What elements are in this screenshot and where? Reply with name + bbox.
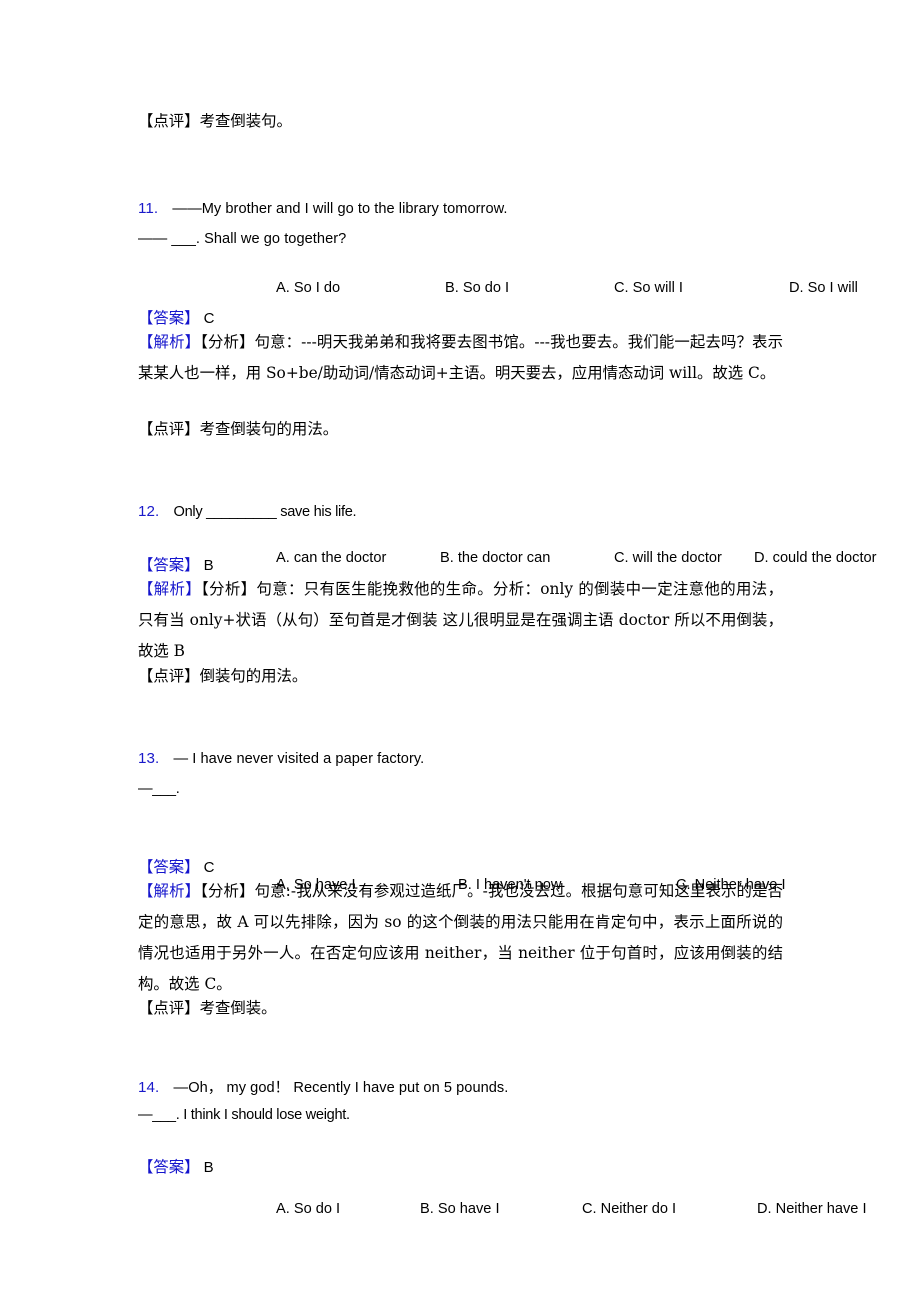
comment-tag: 【点评】: [138, 999, 200, 1017]
answer-tag: 【答案】: [138, 858, 200, 876]
question-12-option-b[interactable]: B. the doctor can: [440, 550, 550, 566]
question-13-answer-value: C: [203, 859, 215, 876]
question-11-stem: 11. ——My brother and I will go to the li…: [138, 196, 508, 252]
question-13-comment-text: 考查倒装。: [199, 999, 277, 1017]
question-14-number: 14.: [138, 1079, 160, 1096]
question-12-stem-text-1: Only _________ save his life.: [173, 504, 357, 520]
question-14-answer-row: 【答案】 B: [138, 1152, 214, 1183]
question-13-stem-line-2: —___.: [138, 776, 424, 802]
document-page: 【点评】考查倒装句。 11. ——My brother and I will g…: [0, 0, 920, 1302]
analysis-tag: 【解析】: [138, 882, 201, 900]
question-11-comment-text: 考查倒装句的用法。: [199, 420, 339, 438]
question-11-answer-value: C: [203, 310, 215, 327]
answer-tag: 【答案】: [138, 309, 200, 327]
question-11-analysis: 【解析】【分析】句意：---明天我弟弟和我将要去图书馆。---我也要去。我们能一…: [138, 327, 783, 389]
question-13-analysis: 【解析】【分析】句意:-我从来没有参观过造纸厂。-我也没去过。根据句意可知这里表…: [138, 876, 783, 1000]
question-14-option-c[interactable]: C. Neither do I: [582, 1201, 676, 1217]
question-13-stem-text-1: — I have never visited a paper factory.: [173, 751, 425, 767]
top-comment-line: 【点评】考查倒装句。: [138, 106, 292, 137]
question-11-stem-line-2: —— ___. Shall we go together?: [138, 226, 508, 252]
question-11-stem-text-1: ——My brother and I will go to the librar…: [172, 201, 508, 217]
question-11-options: A. So I do B. So do I C. So will I D. So…: [276, 280, 920, 304]
question-14-stem-text-2: —___. I think I should lose weight.: [138, 1107, 350, 1123]
comment-tag: 【点评】: [138, 667, 200, 685]
question-12-number: 12.: [138, 503, 160, 520]
answer-tag: 【答案】: [138, 556, 200, 574]
analysis-tag: 【解析】: [138, 333, 201, 351]
question-14-options: A. So do I B. So have I C. Neither do I …: [276, 1201, 920, 1225]
question-13-stem: 13. — I have never visited a paper facto…: [138, 746, 424, 802]
question-12-option-c[interactable]: C. will the doctor: [614, 550, 722, 566]
question-13-number: 13.: [138, 750, 160, 767]
question-13-comment: 【点评】考查倒装。: [138, 993, 277, 1024]
question-11-comment: 【点评】考查倒装句的用法。: [138, 414, 338, 445]
question-12-analysis: 【解析】【分析】句意：只有医生能挽救他的生命。分析：only 的倒装中一定注意他…: [138, 574, 783, 667]
question-12-comment: 【点评】倒装句的用法。: [138, 661, 307, 692]
answer-tag: 【答案】: [138, 1158, 200, 1176]
analysis-sub-tag: 【分析】: [201, 580, 257, 598]
question-11-stem-text-2: —— ___. Shall we go together?: [138, 231, 347, 247]
question-12-comment-text: 倒装句的用法。: [199, 667, 308, 685]
question-14-answer-value: B: [203, 1159, 214, 1176]
question-14-stem-text-1: —Oh， my god！ Recently I have put on 5 po…: [173, 1080, 509, 1096]
question-13-stem-text-2: —___.: [138, 781, 180, 797]
question-14-option-d[interactable]: D. Neither have I: [757, 1201, 867, 1217]
question-14-stem-line-1: 14. —Oh， my god！ Recently I have put on …: [138, 1075, 508, 1101]
question-11-number: 11.: [138, 200, 159, 217]
analysis-tag: 【解析】: [138, 580, 202, 598]
comment-text: 【点评】考查倒装句。: [138, 112, 292, 130]
question-12-option-a[interactable]: A. can the doctor: [276, 550, 386, 566]
analysis-sub-tag: 【分析】: [200, 882, 255, 900]
question-12-answer-value: B: [203, 557, 214, 574]
question-11-stem-line-1: 11. ——My brother and I will go to the li…: [138, 196, 508, 222]
question-12-stem-line-1: 12. Only _________ save his life.: [138, 499, 357, 525]
question-14-stem-line-2: —___. I think I should lose weight.: [138, 1102, 508, 1128]
comment-tag: 【点评】: [138, 420, 200, 438]
question-13-stem-line-1: 13. — I have never visited a paper facto…: [138, 746, 424, 772]
question-12-option-d[interactable]: D. could the doctor: [754, 550, 877, 566]
question-11-option-c[interactable]: C. So will I: [614, 280, 683, 296]
question-11-option-a[interactable]: A. So I do: [276, 280, 340, 296]
question-11-option-d[interactable]: D. So I will: [789, 280, 858, 296]
question-14-option-a[interactable]: A. So do I: [276, 1201, 340, 1217]
question-14-option-b[interactable]: B. So have I: [420, 1201, 500, 1217]
question-12-options: A. can the doctor B. the doctor can C. w…: [276, 550, 920, 574]
analysis-sub-tag: 【分析】: [200, 333, 255, 351]
question-14-stem: 14. —Oh， my god！ Recently I have put on …: [138, 1075, 508, 1128]
question-11-option-b[interactable]: B. So do I: [445, 280, 509, 296]
question-12-stem: 12. Only _________ save his life.: [138, 499, 357, 525]
